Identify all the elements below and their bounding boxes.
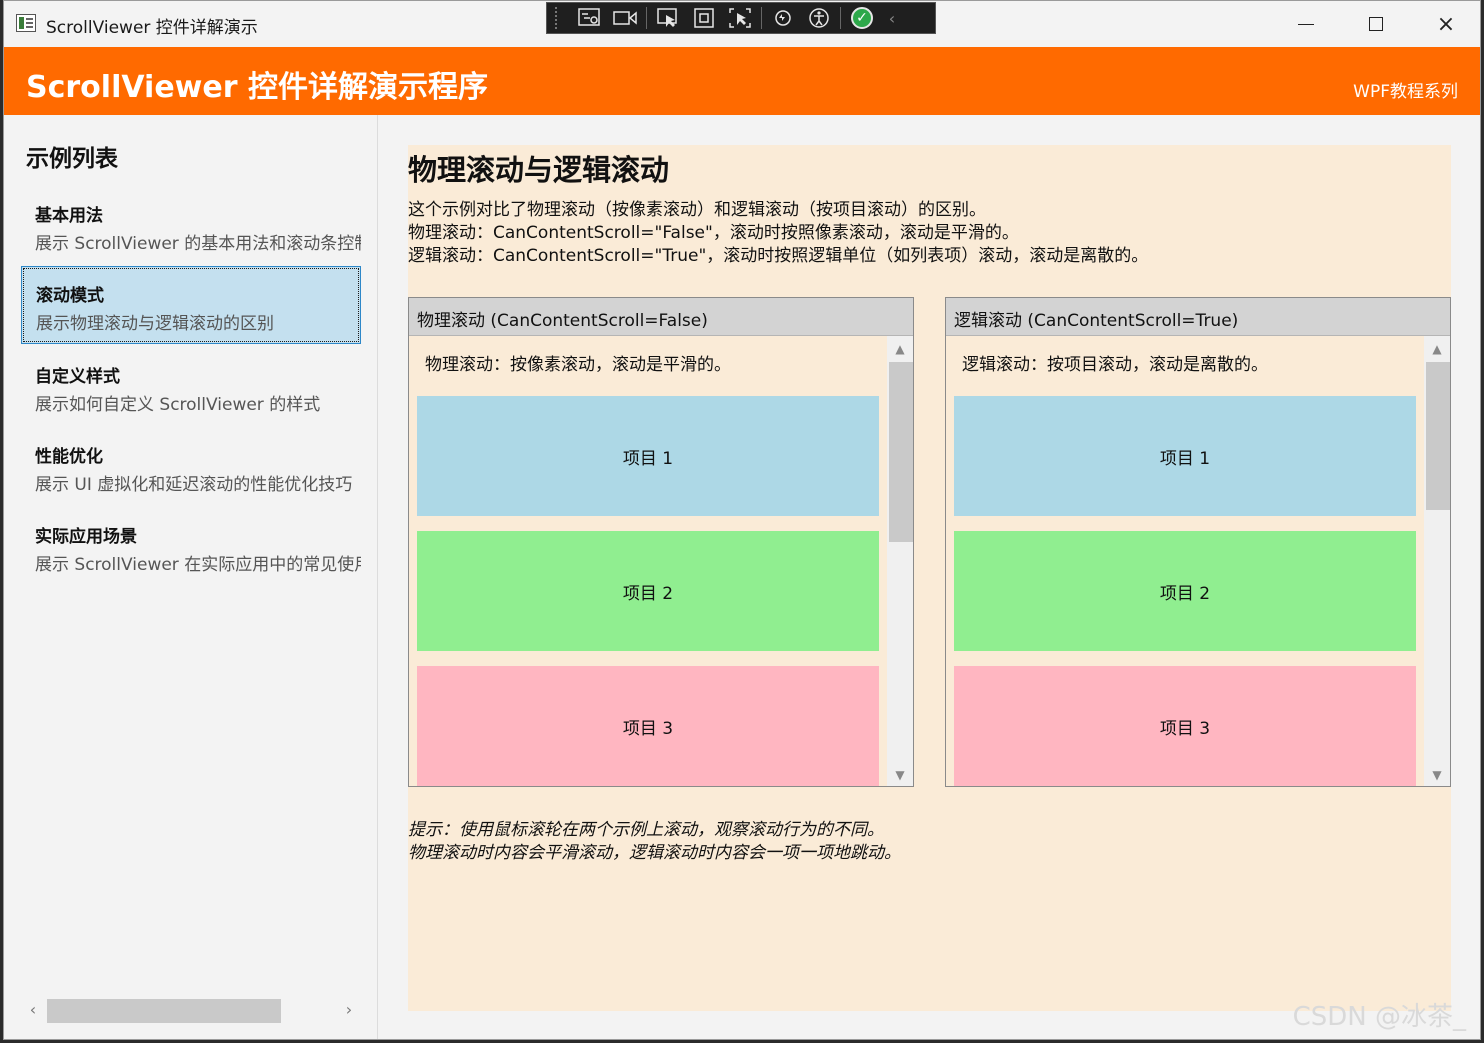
window-title: ScrollViewer 控件详解演示	[46, 18, 258, 38]
intro-line: 逻辑滚动：CanContentScroll="True"，滚动时按照逻辑单位（如…	[408, 246, 1149, 266]
debug-toolbar: ✓ ‹	[546, 2, 936, 34]
toolbar-separator	[840, 7, 841, 29]
app-icon	[16, 14, 36, 32]
live-visual-tree-icon[interactable]	[571, 4, 607, 32]
demo-header-label: 物理滚动 (CanContentScroll=False)	[417, 311, 708, 331]
grip-icon[interactable]	[555, 7, 563, 29]
accessibility-icon[interactable]	[801, 4, 837, 32]
main-content: 物理滚动与逻辑滚动 这个示例对比了物理滚动（按像素滚动）和逻辑滚动（按项目滚动）…	[408, 145, 1451, 1011]
check-button[interactable]: ✓	[844, 4, 880, 32]
list-item: 项目 3	[954, 666, 1416, 786]
close-button[interactable]: ×	[1412, 1, 1480, 47]
logical-scroll-viewer[interactable]: 逻辑滚动：按项目滚动，滚动是离散的。 项目 1 项目 2 项目 3	[946, 336, 1424, 786]
collapse-icon[interactable]: ‹	[880, 4, 904, 32]
vertical-scrollbar[interactable]: ▲ ▼	[1424, 336, 1450, 786]
list-item: 项目 3	[417, 666, 879, 786]
logical-scroll-demo: 逻辑滚动 (CanContentScroll=True) 逻辑滚动：按项目滚动，…	[945, 297, 1451, 787]
toolbar-separator	[761, 7, 762, 29]
minimize-icon	[1298, 23, 1314, 25]
demo-note: 逻辑滚动：按项目滚动，滚动是离散的。	[962, 355, 1268, 375]
physical-scroll-demo: 物理滚动 (CanContentScroll=False) 物理滚动：按像素滚动…	[408, 297, 914, 787]
physical-scroll-viewer[interactable]: 物理滚动：按像素滚动，滚动是平滑的。 项目 1 项目 2 项目 3	[409, 336, 887, 786]
sample-item-desc: 展示 ScrollViewer 在实际应用中的常见使用	[35, 555, 361, 575]
scrollbar-thumb[interactable]	[1426, 362, 1450, 510]
tip-line: 物理滚动时内容会平滑滚动，逻辑滚动时内容会一项一项地跳动。	[408, 843, 901, 863]
scroll-down-icon[interactable]: ▼	[887, 764, 913, 786]
demo-header: 物理滚动 (CanContentScroll=False)	[409, 298, 913, 336]
scroll-right-icon[interactable]: ›	[339, 999, 359, 1021]
intro-text: 这个示例对比了物理滚动（按像素滚动）和逻辑滚动（按项目滚动）的区别。 物理滚动：…	[408, 199, 1148, 268]
sample-item-performance[interactable]: 性能优化 展示 UI 虚拟化和延迟滚动的性能优化技巧	[21, 428, 361, 506]
scroll-up-icon[interactable]: ▲	[1424, 338, 1450, 360]
close-icon: ×	[1436, 11, 1456, 37]
demo-header-label: 逻辑滚动 (CanContentScroll=True)	[954, 311, 1239, 331]
sample-item-title: 基本用法	[35, 206, 103, 226]
check-icon: ✓	[851, 7, 873, 29]
list-item: 项目 2	[417, 531, 879, 651]
watermark: CSDN @冰茶_	[1292, 1002, 1466, 1032]
sample-item-desc: 展示物理滚动与逻辑滚动的区别	[36, 314, 274, 334]
list-item: 项目 1	[954, 396, 1416, 516]
tip-line: 提示：使用鼠标滚轮在两个示例上滚动，观察滚动行为的不同。	[408, 820, 884, 840]
sample-item-desc: 展示 ScrollViewer 的基本用法和滚动条控制	[35, 234, 361, 254]
page-title: 物理滚动与逻辑滚动	[408, 153, 670, 187]
scroll-up-icon[interactable]: ▲	[887, 338, 913, 360]
scrollbar-thumb[interactable]	[47, 999, 281, 1023]
sample-item-basic[interactable]: 基本用法 展示 ScrollViewer 的基本用法和滚动条控制	[21, 187, 361, 265]
sidebar: 示例列表 基本用法 展示 ScrollViewer 的基本用法和滚动条控制 滚动…	[4, 115, 378, 1039]
sample-item-title: 滚动模式	[36, 286, 104, 306]
hot-reload-icon[interactable]	[765, 4, 801, 32]
header-title: ScrollViewer 控件详解演示程序	[26, 70, 488, 105]
maximize-button[interactable]	[1342, 1, 1410, 47]
select-element-icon[interactable]	[650, 4, 686, 32]
demo-header: 逻辑滚动 (CanContentScroll=True)	[946, 298, 1450, 336]
app-header: ScrollViewer 控件详解演示程序 WPF教程系列	[4, 47, 1480, 115]
scrollbar-thumb[interactable]	[889, 362, 913, 542]
sample-item-title: 自定义样式	[35, 367, 120, 387]
intro-line: 物理滚动：CanContentScroll="False"，滚动时按照像素滚动，…	[408, 223, 1019, 243]
sample-item-custom-style[interactable]: 自定义样式 展示如何自定义 ScrollViewer 的样式	[21, 348, 361, 426]
tip-text: 提示：使用鼠标滚轮在两个示例上滚动，观察滚动行为的不同。 物理滚动时内容会平滑滚…	[408, 819, 901, 865]
sample-item-title: 性能优化	[35, 447, 103, 467]
list-item: 项目 1	[417, 396, 879, 516]
sample-item-desc: 展示 UI 虚拟化和延迟滚动的性能优化技巧	[35, 475, 353, 495]
sidebar-horizontal-scrollbar[interactable]: ‹ ›	[21, 995, 361, 1025]
sample-item-scroll-mode[interactable]: 滚动模式 展示物理滚动与逻辑滚动的区别	[21, 266, 361, 344]
header-subtitle: WPF教程系列	[1353, 82, 1458, 102]
list-item: 项目 2	[954, 531, 1416, 651]
intro-line: 这个示例对比了物理滚动（按像素滚动）和逻辑滚动（按项目滚动）的区别。	[408, 200, 986, 220]
scroll-left-icon[interactable]: ‹	[23, 999, 43, 1021]
sample-item-title: 实际应用场景	[35, 527, 137, 547]
app-window: ScrollViewer 控件详解演示 × ScrollViewer 控件详解演…	[3, 0, 1481, 1040]
toolbar-separator	[646, 7, 647, 29]
display-layout-adorners-icon[interactable]	[686, 4, 722, 32]
sidebar-heading: 示例列表	[26, 146, 118, 172]
scroll-down-icon[interactable]: ▼	[1424, 764, 1450, 786]
maximize-icon	[1369, 17, 1383, 31]
track-focus-icon[interactable]	[722, 4, 758, 32]
record-icon[interactable]	[607, 4, 643, 32]
sample-item-desc: 展示如何自定义 ScrollViewer 的样式	[35, 395, 321, 415]
vertical-scrollbar[interactable]: ▲ ▼	[887, 336, 913, 786]
demo-note: 物理滚动：按像素滚动，滚动是平滑的。	[425, 355, 731, 375]
sample-item-real-world[interactable]: 实际应用场景 展示 ScrollViewer 在实际应用中的常见使用	[21, 508, 361, 586]
minimize-button[interactable]	[1272, 1, 1340, 47]
